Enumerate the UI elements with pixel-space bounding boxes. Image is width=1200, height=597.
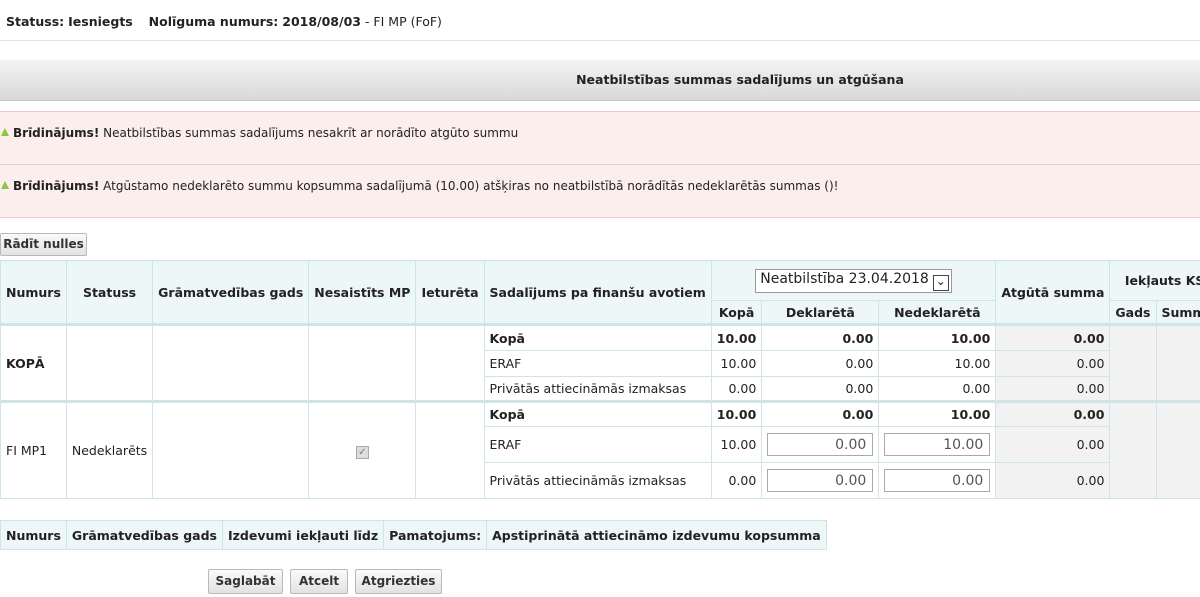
col-header-numurs: Numurs — [0, 260, 67, 325]
value-cell: 10.00 — [710, 323, 763, 351]
nedeklareta-input[interactable] — [884, 469, 991, 492]
warning-title: Brīdinājums! — [13, 126, 100, 140]
contract-value: 2018/08/03 — [282, 14, 361, 29]
value-cell: 10.00 — [710, 400, 763, 427]
value-cell: 0.00 — [995, 376, 1111, 402]
warning-text: Neatbilstības summas sadalījums nesakrīt… — [103, 126, 519, 140]
warning-icon — [1, 181, 9, 189]
col-header-ks-summa: Summa — [1155, 300, 1200, 325]
value-cell: 0.00 — [995, 462, 1111, 499]
allocation-table: Numurs Statuss Grāmatvedības gads Nesais… — [0, 259, 1200, 499]
nesaistits-checkbox[interactable]: ✓ — [355, 445, 369, 459]
source-cell: Kopā — [483, 323, 712, 351]
status-value: Iesniegts — [68, 14, 133, 29]
value-cell: 0.00 — [995, 323, 1111, 351]
value-cell: 0.00 — [710, 376, 763, 402]
source-cell: ERAF — [483, 426, 712, 463]
col-header-ieturets: Ieturēta — [415, 260, 485, 325]
deklareta-input[interactable] — [767, 433, 874, 456]
table-row: FI MP1 Nedeklarēts ✓ Kopā 10.00 0.00 10.… — [0, 400, 1200, 499]
col-header-statuss: Statuss — [65, 260, 154, 325]
warning-box: Brīdinājums! Neatbilstības summas sadalī… — [0, 111, 1200, 165]
col-header-kopa: Kopā — [710, 300, 763, 325]
section-header: Neatbilstības summas sadalījums un atgūš… — [0, 60, 1200, 101]
col-header-nedeklareta: Nedeklarētā — [878, 300, 997, 325]
show-zeros-button[interactable]: Rādīt nulles — [0, 233, 87, 256]
neatbilstiba-select-cell: Neatbilstība 23.04.2018 ⌄ — [710, 259, 997, 302]
status-bar: Statuss: Iesniegts Nolīguma numurs: 2018… — [0, 0, 1200, 41]
chevron-down-icon: ⌄ — [932, 274, 949, 291]
value-cell: 0.00 — [710, 462, 763, 499]
warning-icon — [1, 128, 9, 136]
contract-label: Nolīguma numurs: — [148, 14, 279, 29]
source-cell: Kopā — [483, 400, 712, 427]
col-header-izdevumi: Izdevumi iekļauti līdz — [221, 520, 385, 550]
row-statuss: Nedeklarēts — [65, 400, 154, 499]
value-cell: 0.00 — [995, 350, 1111, 377]
value-cell: 10.00 — [710, 350, 763, 377]
value-cell: 0.00 — [995, 426, 1111, 463]
group-label: KOPĀ — [0, 323, 67, 402]
col-header-pamatojums: Pamatojums: — [383, 520, 488, 550]
value-cell: 10.00 — [878, 400, 997, 427]
section-title: Neatbilstības summas sadalījums un atgūš… — [576, 72, 904, 87]
table-row: KOPĀ Kopā 10.00 0.00 10.00 0.00 — [0, 323, 1200, 402]
nedeklareta-input[interactable] — [884, 433, 991, 456]
value-cell: 10.00 — [878, 350, 997, 377]
neatbilstiba-select[interactable]: Neatbilstība 23.04.2018 ⌄ — [755, 268, 952, 293]
back-button[interactable]: Atgriezties — [355, 569, 442, 594]
col-header-atguta: Atgūtā summa — [995, 260, 1111, 325]
value-cell: 0.00 — [995, 400, 1111, 427]
expense-table: Numurs Grāmatvedības gads Izdevumi iekļa… — [0, 520, 827, 550]
source-cell: ERAF — [483, 350, 712, 377]
col-header-gads: Grāmatvedības gads — [65, 520, 224, 550]
col-header-numurs: Numurs — [0, 520, 67, 550]
col-header-deklareta: Deklarētā — [761, 300, 880, 325]
col-header-nesaistits: Nesaistīts MP — [308, 260, 417, 325]
value-cell: 0.00 — [878, 376, 997, 402]
col-header-ks-gads: Gads — [1109, 300, 1157, 325]
col-header-ieklauts-ks: Iekļauts KS — [1109, 259, 1200, 302]
source-cell: Privātās attiecināmās izmaksas — [483, 376, 712, 402]
source-cell: Privātās attiecināmās izmaksas — [483, 462, 712, 499]
neatbilstiba-select-value: Neatbilstība 23.04.2018 — [760, 270, 929, 287]
warning-text: Atgūstamo nedeklarēto summu kopsumma sad… — [103, 179, 839, 193]
col-header-gads: Grāmatvedības gads — [152, 260, 310, 325]
value-cell: 0.00 — [761, 376, 880, 402]
value-cell: 10.00 — [878, 323, 997, 351]
deklareta-input[interactable] — [767, 469, 874, 492]
cancel-button[interactable]: Atcelt — [290, 569, 348, 594]
warning-box: Brīdinājums! Atgūstamo nedeklarēto summu… — [0, 164, 1200, 218]
status-label: Statuss: — [6, 14, 65, 29]
warning-title: Brīdinājums! — [13, 179, 100, 193]
value-cell: 0.00 — [761, 350, 880, 377]
col-header-apstiprinata: Apstiprinātā attiecināmo izdevumu kopsum… — [486, 520, 827, 550]
save-button[interactable]: Saglabāt — [208, 569, 283, 594]
value-cell: 10.00 — [710, 426, 763, 463]
col-header-sadalijums: Sadalījums pa finanšu avotiem — [483, 260, 712, 325]
row-numurs: FI MP1 — [0, 400, 67, 499]
value-cell: 0.00 — [761, 400, 880, 427]
value-cell: 0.00 — [761, 323, 880, 351]
contract-suffix: - FI MP (FoF) — [364, 14, 442, 29]
